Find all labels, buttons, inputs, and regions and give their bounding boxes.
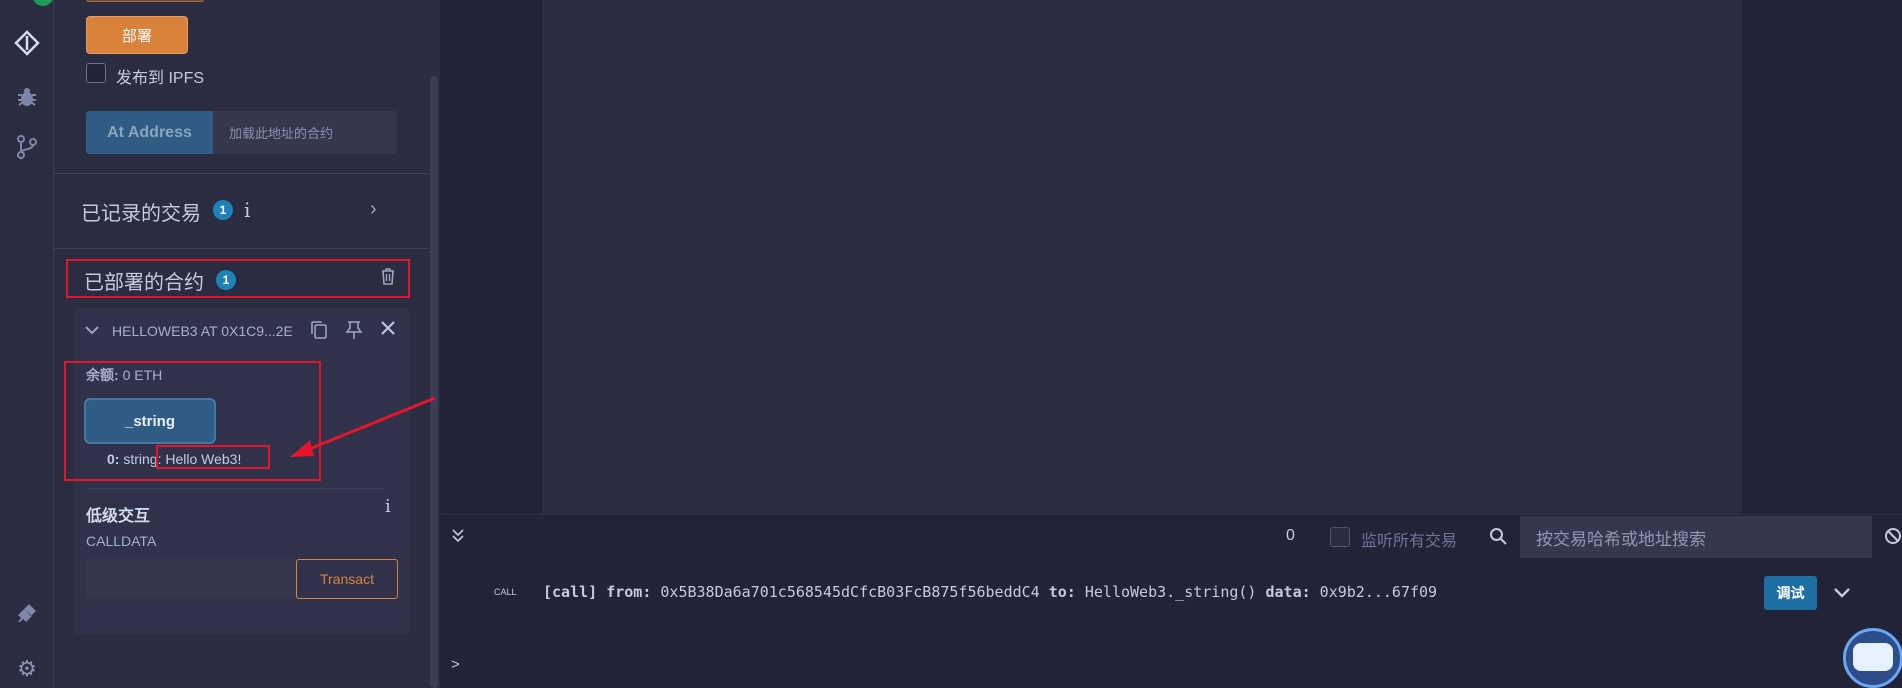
git-branch-icon[interactable] bbox=[8, 128, 46, 166]
at-address-button[interactable]: At Address bbox=[86, 111, 213, 154]
info-icon[interactable]: i bbox=[385, 496, 391, 517]
recorded-transactions-title[interactable]: 已记录的交易 bbox=[81, 197, 201, 226]
panel-scrollbar-thumb[interactable] bbox=[430, 76, 438, 688]
pin-icon[interactable] bbox=[345, 320, 363, 345]
tx-data-label: data: bbox=[1265, 583, 1311, 601]
chevron-right-icon[interactable]: › bbox=[370, 198, 377, 221]
pending-tx-count: 0 bbox=[1286, 527, 1295, 544]
publish-ipfs-checkbox[interactable] bbox=[86, 63, 106, 83]
ai-assistant-face-icon bbox=[1853, 643, 1893, 671]
calldata-label: CALLDATA bbox=[86, 533, 157, 549]
icon-rail: ✓ ⚙ bbox=[0, 0, 54, 688]
clear-console-icon[interactable] bbox=[1884, 527, 1902, 550]
publish-ipfs-label: 发布到 IPFS bbox=[116, 70, 205, 87]
tx-to: HelloWeb3._string() bbox=[1084, 583, 1257, 601]
listen-all-checkbox[interactable] bbox=[1330, 527, 1350, 547]
tx-from: 0x5B38Da6a701c568545dCfcB03FcB875f56bedd… bbox=[660, 583, 1040, 601]
divider bbox=[54, 248, 428, 249]
tx-to-label: to: bbox=[1048, 583, 1076, 601]
copy-icon[interactable] bbox=[310, 320, 328, 345]
tx-log-line[interactable]: [call] from: 0x5B38Da6a701c568545dCfcB03… bbox=[543, 583, 1437, 601]
tx-from-label: from: bbox=[606, 583, 652, 601]
chevron-down-icon[interactable] bbox=[84, 320, 100, 341]
check-badge-icon: ✓ bbox=[32, 0, 54, 6]
divider bbox=[54, 173, 428, 174]
editor-minimap-area bbox=[1742, 0, 1902, 514]
tx-kind: [call] bbox=[543, 583, 598, 601]
contract-instance-name: HELLOWEB3 AT 0X1C9...2E bbox=[112, 323, 292, 339]
deploy-button[interactable]: 部署 bbox=[86, 16, 188, 54]
editor-gutter bbox=[442, 0, 542, 514]
annotation-box-value bbox=[156, 445, 270, 469]
transact-button[interactable]: Transact bbox=[296, 559, 398, 599]
settings-gear-icon[interactable]: ⚙ bbox=[8, 650, 46, 688]
info-icon[interactable]: i bbox=[244, 198, 250, 222]
annotation-arrow-icon bbox=[290, 396, 436, 457]
divider bbox=[86, 488, 386, 489]
tx-data: 0x9b2...67f09 bbox=[1319, 583, 1438, 601]
code-editor[interactable] bbox=[542, 0, 1742, 514]
debug-button[interactable]: 调试 bbox=[1764, 576, 1817, 610]
previous-input bbox=[86, 0, 204, 2]
plugin-icon[interactable] bbox=[8, 594, 46, 632]
search-icon bbox=[1489, 527, 1507, 550]
close-icon[interactable] bbox=[380, 320, 396, 341]
tx-search-input[interactable]: 按交易哈希或地址搜索 bbox=[1520, 516, 1872, 558]
remix-ide: ✓ ⚙ 部署 发布到 IPFS At Address 加载此地址的合约 已记录的… bbox=[0, 0, 1902, 688]
annotation-box-deployed-title bbox=[66, 259, 410, 298]
debugger-bug-icon[interactable] bbox=[8, 78, 46, 116]
low-level-title: 低级交互 bbox=[86, 508, 151, 525]
terminal-output bbox=[442, 558, 1902, 688]
recorded-transactions-count: 1 bbox=[213, 200, 233, 220]
call-tag: CALL bbox=[494, 587, 517, 597]
expand-tx-chevron-icon[interactable] bbox=[1832, 584, 1852, 605]
terminal-prompt[interactable]: > bbox=[451, 656, 460, 673]
solidity-deploy-icon[interactable] bbox=[8, 24, 46, 62]
at-address-input[interactable]: 加载此地址的合约 bbox=[213, 111, 397, 154]
listen-all-label: 监听所有交易 bbox=[1361, 533, 1458, 550]
calldata-input[interactable] bbox=[86, 559, 298, 599]
collapse-terminal-icon[interactable] bbox=[450, 528, 466, 549]
